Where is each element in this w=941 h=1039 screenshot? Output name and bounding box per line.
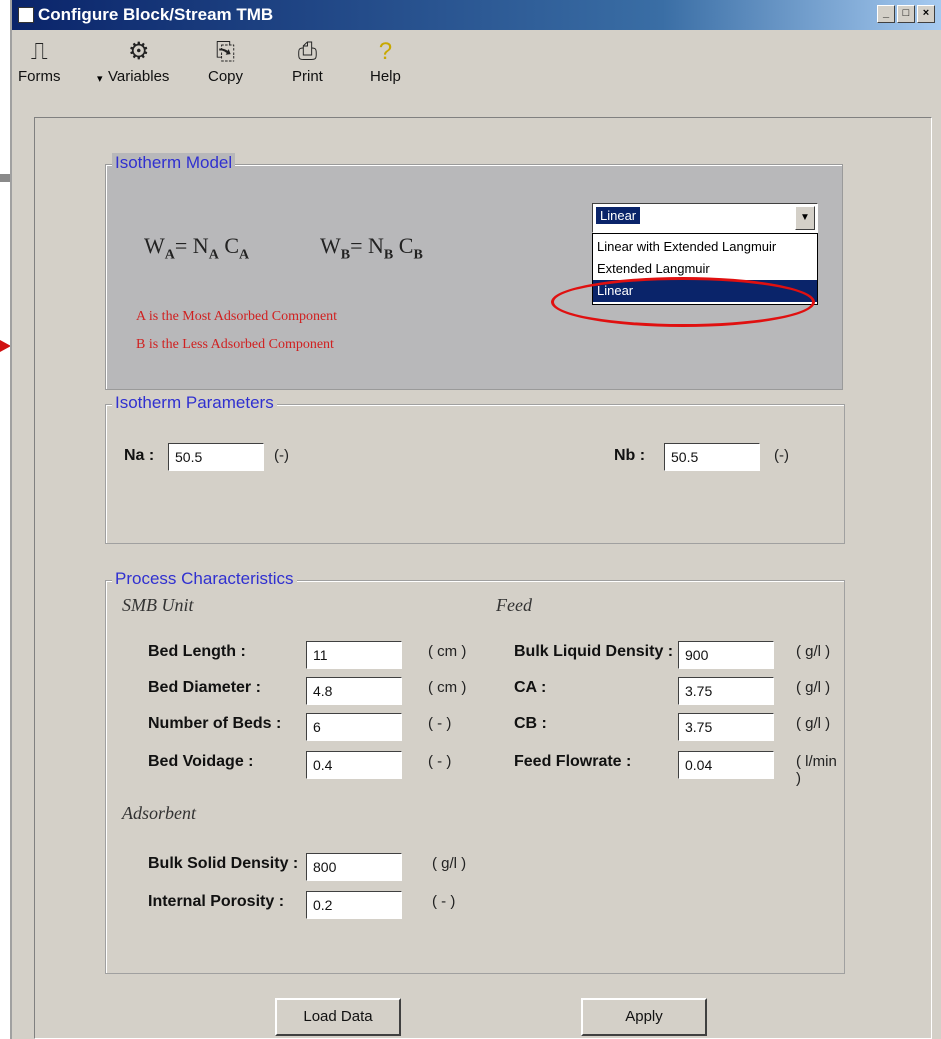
bulk-solid-density-input[interactable]: 800 xyxy=(306,853,402,881)
option-linear-extended-langmuir[interactable]: Linear with Extended Langmuir xyxy=(593,236,817,258)
window-title: Configure Block/Stream TMB xyxy=(38,5,274,24)
forms-icon: ⎍ xyxy=(30,38,48,65)
ca-label: CA : xyxy=(514,679,547,696)
note-component-b: B is the Less Adsorbed Component xyxy=(136,337,334,352)
feed-flowrate-label: Feed Flowrate : xyxy=(514,753,632,770)
na-input[interactable]: 50.5 xyxy=(168,443,264,471)
bed-diameter-label: Bed Diameter : xyxy=(148,679,261,696)
na-unit: (-) xyxy=(274,447,289,464)
bed-length-label: Bed Length : xyxy=(148,643,246,660)
formula-a: WA= NA CA xyxy=(144,233,250,263)
adsorbent-heading: Adsorbent xyxy=(122,803,196,823)
nb-label: Nb : xyxy=(614,447,646,464)
feed-flowrate-unit: ( l/min ) xyxy=(796,753,837,787)
bed-diameter-input[interactable]: 4.8 xyxy=(306,677,402,705)
dropdown-arrow-icon[interactable]: ▼ xyxy=(795,206,815,230)
nb-unit: (-) xyxy=(774,447,789,464)
dialog-window: Configure Block/Stream TMB _ □ × ⎍ Forms… xyxy=(10,0,941,1039)
print-button[interactable]: ⎙ Print xyxy=(292,38,323,85)
feed-flowrate-input[interactable]: 0.04 xyxy=(678,751,774,779)
copy-icon: ⎘ xyxy=(215,38,236,65)
bed-diameter-unit: ( cm ) xyxy=(428,679,467,696)
number-of-beds-input[interactable]: 6 xyxy=(306,713,402,741)
bulk-liquid-density-unit: ( g/l ) xyxy=(796,643,831,660)
copy-button[interactable]: ⎘ Copy xyxy=(208,38,243,85)
app-icon xyxy=(18,7,34,23)
apply-button[interactable]: Apply xyxy=(581,998,707,1036)
feed-heading: Feed xyxy=(496,595,532,615)
toolbar: ⎍ Forms ▾ ⚙ Variables ⎘ Copy ⎙ Print ? H… xyxy=(12,30,941,108)
smb-unit-heading: SMB Unit xyxy=(122,595,194,615)
forms-button[interactable]: ⎍ Forms xyxy=(18,38,61,85)
internal-porosity-unit: ( - ) xyxy=(432,893,456,910)
title-bar: Configure Block/Stream TMB _ □ × xyxy=(12,0,941,30)
isotherm-parameters-label: Isotherm Parameters xyxy=(112,393,277,413)
variables-icon: ⚙ xyxy=(127,38,150,65)
process-characteristics-group: Process Characteristics SMB Unit Feed Be… xyxy=(105,569,845,974)
note-component-a: A is the Most Adsorbed Component xyxy=(136,309,338,324)
ca-input[interactable]: 3.75 xyxy=(678,677,774,705)
close-button[interactable]: × xyxy=(917,5,935,23)
ca-unit: ( g/l ) xyxy=(796,679,831,696)
process-characteristics-label: Process Characteristics xyxy=(112,569,297,589)
isotherm-model-selected-value: Linear xyxy=(596,207,641,224)
isotherm-model-label: Isotherm Model xyxy=(112,153,236,173)
window-controls: _ □ × xyxy=(877,5,935,23)
print-icon: ⎙ xyxy=(297,38,318,65)
variables-button[interactable]: ⚙ Variables xyxy=(108,38,169,85)
bulk-liquid-density-input[interactable]: 900 xyxy=(678,641,774,669)
load-data-button[interactable]: Load Data xyxy=(275,998,401,1036)
bed-voidage-label: Bed Voidage : xyxy=(148,753,254,770)
bed-length-input[interactable]: 11 xyxy=(306,641,402,669)
bulk-solid-density-label: Bulk Solid Density : xyxy=(148,855,299,872)
cb-label: CB : xyxy=(514,715,547,732)
isotherm-model-group: Isotherm Model WA= NA CA WB= NB CB A is … xyxy=(105,153,843,390)
isotherm-parameters-group: Isotherm Parameters Na : 50.5 (-) Nb : 5… xyxy=(105,393,845,544)
na-label: Na : xyxy=(124,447,155,464)
formula-b: WB= NB CB xyxy=(320,233,423,263)
form-panel: Isotherm Model WA= NA CA WB= NB CB A is … xyxy=(34,117,932,1039)
cb-input[interactable]: 3.75 xyxy=(678,713,774,741)
isotherm-model-select[interactable]: Linear ▼ xyxy=(592,203,818,233)
internal-porosity-label: Internal Porosity : xyxy=(148,893,285,910)
bulk-liquid-density-label: Bulk Liquid Density : xyxy=(514,643,674,660)
cb-unit: ( g/l ) xyxy=(796,715,831,732)
maximize-button[interactable]: □ xyxy=(897,5,915,23)
bed-voidage-unit: ( - ) xyxy=(428,753,452,770)
forms-dropdown-icon[interactable]: ▾ xyxy=(97,72,103,85)
help-button[interactable]: ? Help xyxy=(370,38,401,85)
highlight-annotation-circle xyxy=(551,277,815,327)
number-of-beds-label: Number of Beds : xyxy=(148,715,282,732)
minimize-button[interactable]: _ xyxy=(877,5,895,23)
external-gray-bar xyxy=(0,174,10,182)
bulk-solid-density-unit: ( g/l ) xyxy=(432,855,467,872)
number-of-beds-unit: ( - ) xyxy=(428,715,452,732)
bed-voidage-input[interactable]: 0.4 xyxy=(306,751,402,779)
help-icon: ? xyxy=(378,38,393,65)
nb-input[interactable]: 50.5 xyxy=(664,443,760,471)
bed-length-unit: ( cm ) xyxy=(428,643,467,660)
internal-porosity-input[interactable]: 0.2 xyxy=(306,891,402,919)
